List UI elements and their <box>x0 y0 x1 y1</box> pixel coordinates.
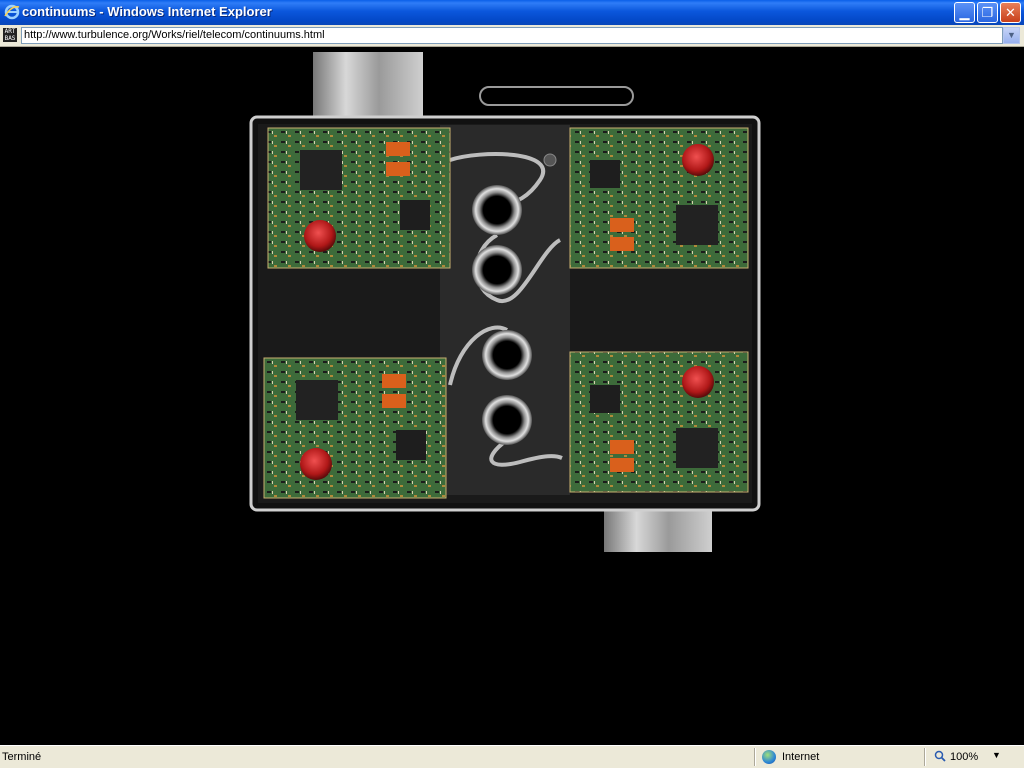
address-bar: ART BAS http://www.turbulence.org/Works/… <box>0 25 1024 47</box>
circuit-board-top-left <box>267 127 451 269</box>
chevron-down-icon[interactable]: ▼ <box>992 750 1001 760</box>
status-bar: Terminé Internet 100% ▼ <box>0 745 1024 768</box>
restore-button[interactable]: ❐ <box>977 2 998 23</box>
close-button[interactable]: ✕ <box>1000 2 1021 23</box>
circuit-board-top-right <box>569 127 749 269</box>
magnifier-icon <box>934 750 946 762</box>
ie-logo-icon <box>4 4 20 20</box>
circuit-board-bottom-right <box>569 351 749 493</box>
address-input[interactable]: http://www.turbulence.org/Works/riel/tel… <box>21 27 1003 44</box>
window-title: continuums - Windows Internet Explorer <box>22 4 272 19</box>
title-bar: continuums - Windows Internet Explorer ▁… <box>0 0 1024 25</box>
status-divider <box>754 748 756 766</box>
chevron-down-icon: ▼ <box>1007 30 1016 40</box>
circuit-board-bottom-left <box>263 357 447 499</box>
zoom-level: 100% <box>950 751 979 763</box>
globe-icon <box>762 750 776 764</box>
page-content <box>0 47 1024 745</box>
status-divider <box>924 748 926 766</box>
site-favicon-icon: ART BAS <box>3 28 17 42</box>
browser-window: continuums - Windows Internet Explorer ▁… <box>0 0 1024 768</box>
address-dropdown-button[interactable]: ▼ <box>1003 27 1020 44</box>
zone-label: Internet <box>782 751 820 763</box>
restore-icon: ❐ <box>981 5 994 20</box>
close-icon: ✕ <box>1005 5 1016 20</box>
minimize-button[interactable]: ▁ <box>954 2 975 23</box>
zoom-control[interactable]: 100% ▼ <box>934 750 1014 766</box>
status-text: Terminé <box>2 751 42 763</box>
telecom-artwork-image[interactable] <box>0 47 1024 745</box>
minimize-icon: ▁ <box>959 5 970 20</box>
